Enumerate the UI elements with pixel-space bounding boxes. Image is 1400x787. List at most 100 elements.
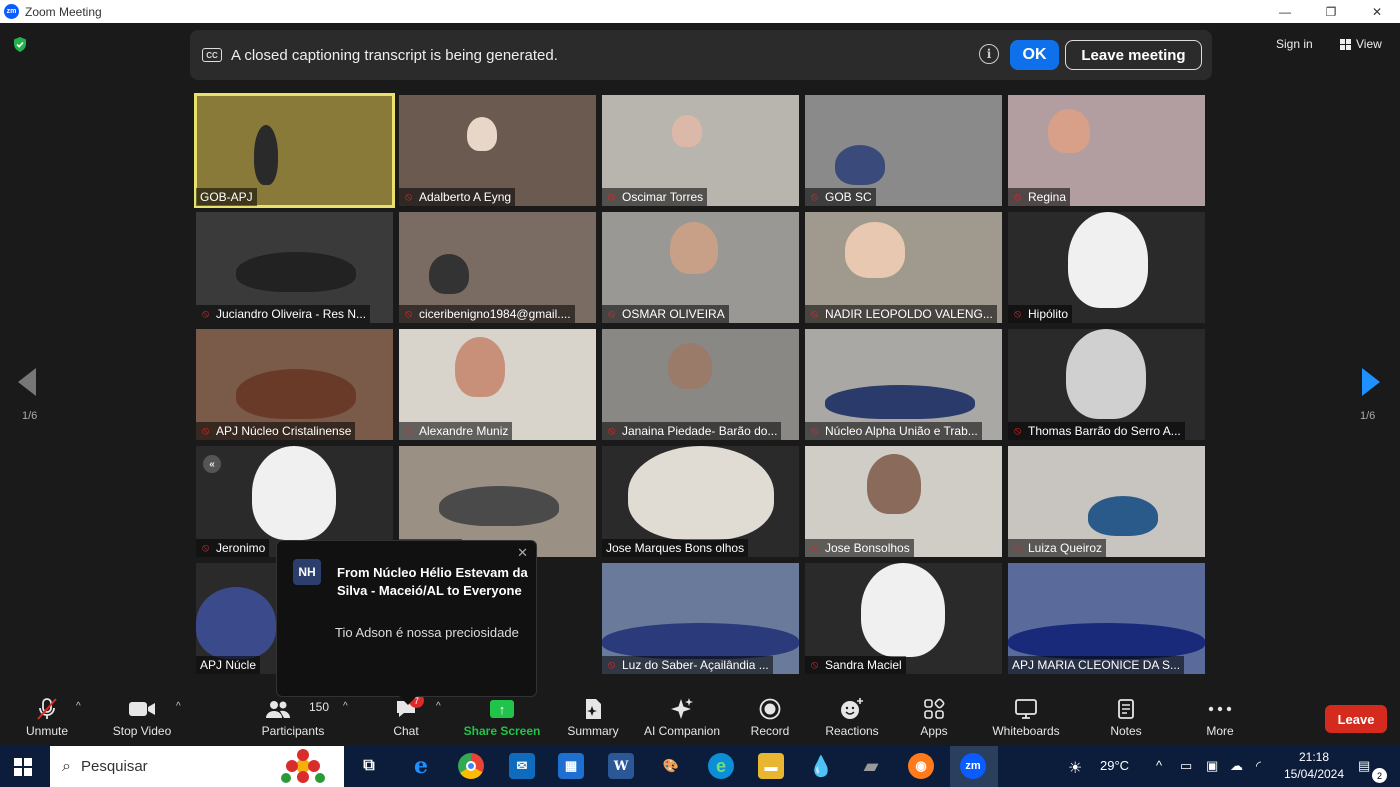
participant-name: ciceribenigno1984@gmail....: [399, 305, 575, 323]
taskbar-clock[interactable]: 21:18 15/04/2024: [1282, 749, 1346, 783]
participant-name: APJ MARIA CLEONICE DA S...: [1008, 656, 1185, 674]
video-tile[interactable]: ⦸ Adalberto A Eyng: [399, 95, 596, 206]
video-tile[interactable]: ⦸ Luiza Queiroz: [1008, 446, 1205, 557]
collapse-self-view-icon[interactable]: «: [203, 455, 221, 473]
notes-button[interactable]: Notes: [1104, 690, 1148, 746]
chat-options-caret-icon[interactable]: ^: [436, 701, 441, 712]
video-options-caret-icon[interactable]: ^: [176, 701, 181, 712]
minimize-button[interactable]: —: [1262, 0, 1308, 23]
task-view-icon[interactable]: ⧉: [356, 753, 382, 779]
muted-mic-icon: ⦸: [202, 542, 210, 554]
notification-center-icon[interactable]: ▤: [1358, 758, 1370, 774]
view-button[interactable]: View: [1340, 37, 1382, 51]
leave-meeting-button[interactable]: Leave meeting: [1065, 40, 1202, 70]
tray-overflow-caret-icon[interactable]: ^: [1156, 758, 1162, 773]
video-tile[interactable]: GOB-APJ: [194, 93, 395, 208]
video-tile[interactable]: ⦸ NADIR LEOPOLDO VALENG...: [805, 212, 1002, 323]
summary-button[interactable]: Summary: [563, 690, 623, 746]
meet-now-icon[interactable]: ▣: [1206, 758, 1218, 774]
sign-in-link[interactable]: Sign in: [1276, 37, 1313, 51]
record-button[interactable]: Record: [746, 690, 794, 746]
wifi-icon[interactable]: ◜: [1256, 758, 1261, 774]
window-controls: — ❐ ✕: [1262, 0, 1400, 23]
participant-name: Luz do Saber- Açailândia ...: [602, 656, 773, 674]
muted-mic-icon: ⦸: [1014, 191, 1022, 203]
window-title: Zoom Meeting: [25, 4, 102, 19]
audio-options-caret-icon[interactable]: ^: [76, 701, 81, 712]
info-icon[interactable]: i: [979, 44, 999, 64]
video-tile[interactable]: ⦸ Thomas Barrão do Serro A...: [1008, 329, 1205, 440]
video-tile[interactable]: ⦸ Núcleo Alpha União e Trab...: [805, 329, 1002, 440]
video-tile[interactable]: ⦸ Hipólito: [1008, 212, 1205, 323]
close-popup-icon[interactable]: ✕: [517, 545, 528, 561]
ai-sparkle-icon: [670, 694, 694, 724]
reactions-label: Reactions: [825, 724, 879, 738]
ai-companion-button[interactable]: AI Companion: [640, 690, 724, 746]
apps-button[interactable]: Apps: [914, 690, 954, 746]
video-tile[interactable]: ⦸ Luz do Saber- Açailândia ...: [602, 563, 799, 674]
word-icon[interactable]: W: [608, 753, 634, 779]
video-tile[interactable]: ⦸ GOB SC: [805, 95, 1002, 206]
muted-mic-icon: ⦸: [608, 191, 616, 203]
weather-temperature[interactable]: 29°C: [1100, 758, 1129, 773]
video-tile[interactable]: ⦸ Alexandre Muniz: [399, 329, 596, 440]
video-tile[interactable]: ⦸ APJ Núcleo Cristalinense: [196, 329, 393, 440]
battery-icon[interactable]: ▭: [1180, 758, 1192, 774]
page-indicator-right: 1/6: [1360, 410, 1376, 422]
participants-button[interactable]: Participants: [258, 690, 328, 746]
popup-tail: [399, 696, 417, 705]
zoom-taskbar-icon[interactable]: zm: [960, 753, 986, 779]
close-window-button[interactable]: ✕: [1354, 0, 1400, 23]
video-tile[interactable]: ⦸ OSMAR OLIVEIRA: [602, 212, 799, 323]
closed-caption-icon: CC: [202, 48, 222, 62]
chat-notification-popup[interactable]: NH ✕ From Núcleo Hélio Estevam da Silva …: [276, 540, 537, 705]
next-page-arrow-icon[interactable]: [1362, 368, 1380, 396]
video-tile[interactable]: ⦸ Janaina Piedade- Barão do...: [602, 329, 799, 440]
drop-app-icon[interactable]: 💧: [808, 753, 834, 779]
muted-mic-icon: ⦸: [1014, 308, 1022, 320]
firefox-icon[interactable]: ◉: [908, 753, 934, 779]
muted-mic-icon: ⦸: [202, 308, 210, 320]
taskbar-search-box[interactable]: ⌕ Pesquisar: [50, 746, 344, 787]
video-tile[interactable]: ⦸ Oscimar Torres: [602, 95, 799, 206]
video-feed-content: [252, 446, 336, 540]
eraser-app-icon[interactable]: ▰: [858, 753, 884, 779]
video-tile[interactable]: ⦸ ciceribenigno1984@gmail....: [399, 212, 596, 323]
chat-message-text: Tio Adson é nossa preciosidade: [335, 625, 519, 640]
mail-icon[interactable]: ✉: [509, 753, 535, 779]
unmute-button[interactable]: Unmute: [20, 690, 74, 746]
video-tile[interactable]: ⦸ Juciandro Oliveira - Res N...: [196, 212, 393, 323]
video-tile[interactable]: Jose Marques Bons olhos: [602, 446, 799, 557]
onedrive-cloud-icon[interactable]: ☁: [1230, 758, 1243, 774]
security-shield-icon[interactable]: [13, 37, 27, 52]
paint-icon[interactable]: 🎨: [658, 753, 684, 779]
edge-icon[interactable]: e: [708, 753, 734, 779]
reactions-button[interactable]: Reactions: [822, 690, 882, 746]
video-feed-content: [429, 254, 469, 294]
whiteboards-button[interactable]: Whiteboards: [988, 690, 1064, 746]
windows-start-icon[interactable]: [14, 758, 32, 776]
internet-explorer-icon[interactable]: e: [408, 753, 434, 779]
participants-icon: [265, 694, 291, 724]
video-tile[interactable]: APJ MARIA CLEONICE DA S...: [1008, 563, 1205, 674]
participants-options-caret-icon[interactable]: ^: [343, 701, 348, 712]
title-bar: zm Zoom Meeting — ❐ ✕: [0, 0, 1400, 23]
stop-video-button[interactable]: Stop Video: [108, 690, 176, 746]
clock-time: 21:18: [1298, 750, 1330, 764]
restore-button[interactable]: ❐: [1308, 0, 1354, 23]
video-tile[interactable]: ⦸ Jose Bonsolhos: [805, 446, 1002, 557]
video-tile[interactable]: ⦸ Regina: [1008, 95, 1205, 206]
share-screen-button[interactable]: ↑ Share Screen: [463, 690, 541, 746]
microsoft-store-icon[interactable]: ▦: [558, 753, 584, 779]
reactions-smiley-icon: [840, 694, 864, 724]
ok-button[interactable]: OK: [1010, 40, 1059, 70]
search-highlight-flower-icon: [281, 749, 325, 783]
file-explorer-icon[interactable]: ▬: [758, 753, 784, 779]
previous-page-arrow-icon[interactable]: [18, 368, 36, 396]
video-tile[interactable]: ⦸ Sandra Maciel: [805, 563, 1002, 674]
search-icon: ⌕: [62, 757, 71, 775]
participant-name: Janaina Piedade- Barão do...: [602, 422, 782, 440]
chrome-icon[interactable]: [458, 753, 484, 779]
more-button[interactable]: More: [1200, 690, 1240, 746]
leave-button[interactable]: Leave: [1325, 705, 1387, 733]
